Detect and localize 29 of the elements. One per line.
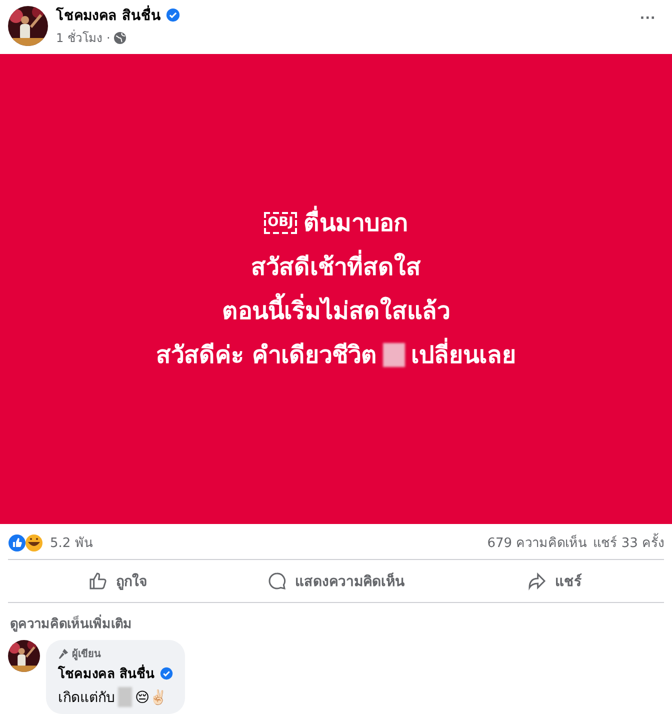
like-button[interactable]: ถูกใจ [8, 560, 227, 602]
card-text: ตอนนี้เริ่มไม่สดใสแล้ว [222, 289, 450, 333]
blurred-icon [118, 687, 132, 707]
share-button[interactable]: แชร์ [445, 560, 664, 602]
card-text: ตื่นมาบอก [303, 201, 408, 245]
reactions-icon [8, 534, 44, 552]
comment-author[interactable]: โชคมงคล สินชื่น [58, 663, 155, 684]
microphone-icon [58, 648, 69, 659]
more-comments-link[interactable]: ดูความคิดเห็นเพิ่มเติม [0, 603, 142, 640]
comment-text: เกิดแต่กับ [58, 689, 115, 708]
comment-count[interactable]: 679 ความคิดเห็น [487, 532, 588, 554]
card-text: สวัสดีเช้าที่สดใส [251, 245, 421, 289]
replacement-character: OBJ [264, 212, 298, 234]
speech-bubble-icon [267, 571, 287, 592]
globe-icon [114, 32, 126, 44]
author-name[interactable]: โชคมงคล สินชื่น [56, 4, 161, 26]
separator: · [106, 30, 110, 45]
share-count[interactable]: แชร์ 33 ครั้ง [593, 532, 664, 554]
share-arrow-icon [527, 571, 548, 592]
post-time[interactable]: 1 ชั่วโมง [56, 28, 102, 48]
comment-text: 😔✌🏻 [135, 688, 167, 706]
more-button[interactable]: ··· [632, 10, 664, 28]
author-label: ผู้เขียน [72, 647, 101, 661]
thumbs-up-icon [88, 571, 108, 592]
card-text: เปลี่ยนเลย [411, 333, 516, 377]
comment-button[interactable]: แสดงความคิดเห็น [226, 560, 446, 602]
blurred-icon [383, 343, 406, 367]
card-text: สวัสดีค่ะ คำเดียวชีวิต [156, 340, 378, 371]
reaction-count[interactable]: 5.2 พัน [50, 532, 93, 554]
